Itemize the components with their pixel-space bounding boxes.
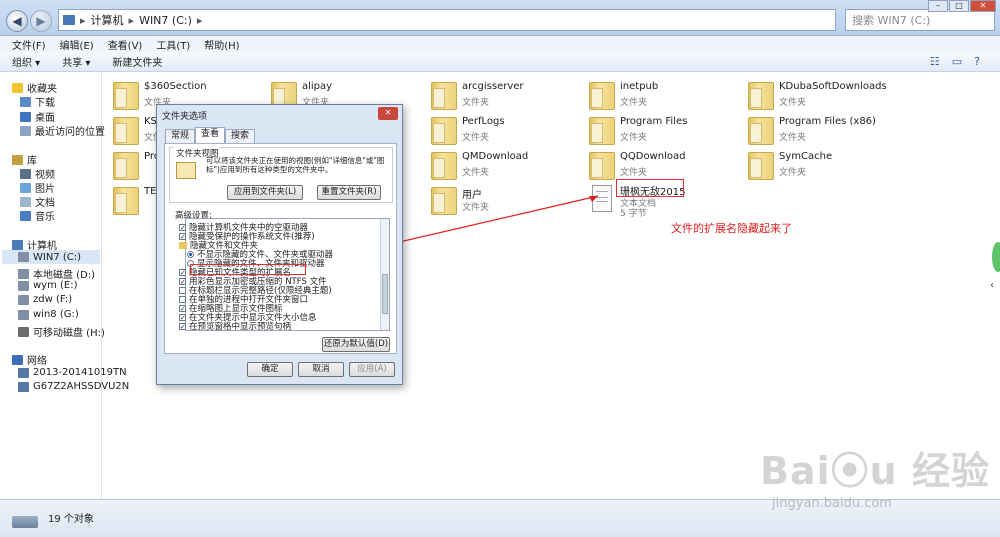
- folder-icon: [179, 241, 187, 249]
- annotation-text: 文件的扩展名隐藏起来了: [671, 222, 792, 235]
- checkbox[interactable]: ✓: [179, 322, 186, 330]
- view-tab-panel: 文件夹视图 可以将该文件夹正在使用的视图(例如"详细信息"或"图标")应用到所有…: [164, 143, 397, 354]
- ok-button[interactable]: 确定: [247, 362, 293, 377]
- dialog-close-button[interactable]: ✕: [378, 107, 398, 120]
- dialog-title: 文件夹选项: [162, 112, 208, 122]
- apply-to-folders-button[interactable]: 应用到文件夹(L): [227, 185, 303, 200]
- tab-view[interactable]: 查看: [195, 127, 226, 144]
- reset-folders-button[interactable]: 重置文件夹(R): [317, 185, 381, 200]
- folder-views-description: 可以将该文件夹正在使用的视图(例如"详细信息"或"图标")应用到所有这种类型的文…: [206, 156, 385, 174]
- folder-options-dialog: 文件夹选项 ✕ 常规 查看 搜索 文件夹视图 可以将该文件夹正在使用的视图(例如…: [156, 104, 403, 385]
- option-label: 在预览窗格中显示预览句柄: [189, 322, 292, 332]
- option-highlight: [190, 264, 306, 275]
- option-preview-handlers[interactable]: ✓ 在预览窗格中显示预览句柄: [179, 320, 291, 332]
- tab-search[interactable]: 搜索: [225, 129, 256, 144]
- apply-button[interactable]: 应用(A): [349, 362, 395, 377]
- side-float-button[interactable]: [992, 242, 1000, 272]
- chevron-left-icon[interactable]: ‹: [990, 280, 1000, 294]
- tab-general[interactable]: 常规: [165, 129, 196, 144]
- cancel-button[interactable]: 取消: [298, 362, 344, 377]
- baidu-logo: Bai⦿u 经验: [760, 449, 990, 493]
- watermark-url: jingyan.baidu.com: [772, 496, 892, 511]
- restore-defaults-button[interactable]: 还原为默认值(D): [322, 337, 390, 352]
- drive-icon: [12, 516, 38, 528]
- folder-views-group: 文件夹视图 可以将该文件夹正在使用的视图(例如"详细信息"或"图标")应用到所有…: [169, 147, 393, 203]
- settings-scrollbar[interactable]: [380, 219, 389, 330]
- folder-view-icon: [176, 162, 196, 179]
- item-count: 19 个对象: [48, 514, 94, 525]
